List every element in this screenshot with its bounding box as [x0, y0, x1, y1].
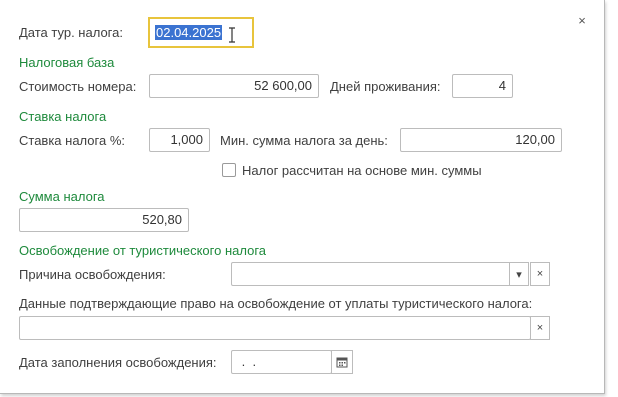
tour-tax-date-field[interactable]: 02.04.2025: [148, 17, 254, 48]
exemption-title: Освобождение от туристического налога: [19, 243, 267, 258]
exemption-fill-date-input[interactable]: . .: [231, 350, 332, 374]
close-icon[interactable]: ×: [575, 14, 589, 28]
tax-rate-label: Ставка налога %:: [19, 133, 125, 148]
tax-base-title: Налоговая база: [19, 55, 115, 70]
exemption-proof-input[interactable]: [19, 316, 531, 340]
exemption-reason-label: Причина освобождения:: [19, 267, 166, 282]
tax-rate-title: Ставка налога: [19, 109, 107, 124]
exemption-proof-label: Данные подтверждающие право на освобожде…: [19, 296, 533, 311]
clear-proof-icon[interactable]: ×: [530, 316, 550, 340]
tax-sum-input[interactable]: 520,80: [19, 208, 189, 232]
exemption-fill-date-label: Дата заполнения освобождения:: [19, 355, 217, 370]
calendar-icon[interactable]: [331, 350, 353, 374]
tour-tax-date-label: Дата тур. налога:: [19, 25, 123, 40]
room-cost-label: Стоимость номера:: [19, 79, 137, 94]
tax-rate-input[interactable]: 1,000: [149, 128, 210, 152]
tour-tax-form: × Дата тур. налога: 02.04.2025 Налоговая…: [0, 0, 605, 394]
days-input[interactable]: 4: [452, 74, 513, 98]
min-sum-checkbox[interactable]: [222, 163, 236, 177]
calendar-glyph: [336, 357, 348, 368]
min-sum-checkbox-label[interactable]: Налог рассчитан на основе мин. суммы: [242, 163, 482, 179]
clear-reason-icon[interactable]: ×: [530, 262, 550, 286]
days-label: Дней проживания:: [330, 79, 441, 94]
room-cost-input[interactable]: 52 600,00: [149, 74, 319, 98]
text-cursor-icon: [229, 27, 235, 43]
min-per-day-label: Мин. сумма налога за день:: [220, 133, 388, 148]
exemption-reason-input[interactable]: [231, 262, 511, 286]
tour-tax-date-value: 02.04.2025: [155, 25, 223, 40]
tax-sum-title: Сумма налога: [19, 189, 105, 204]
min-per-day-input[interactable]: 120,00: [400, 128, 562, 152]
chevron-down-icon[interactable]: ▾: [509, 262, 529, 286]
